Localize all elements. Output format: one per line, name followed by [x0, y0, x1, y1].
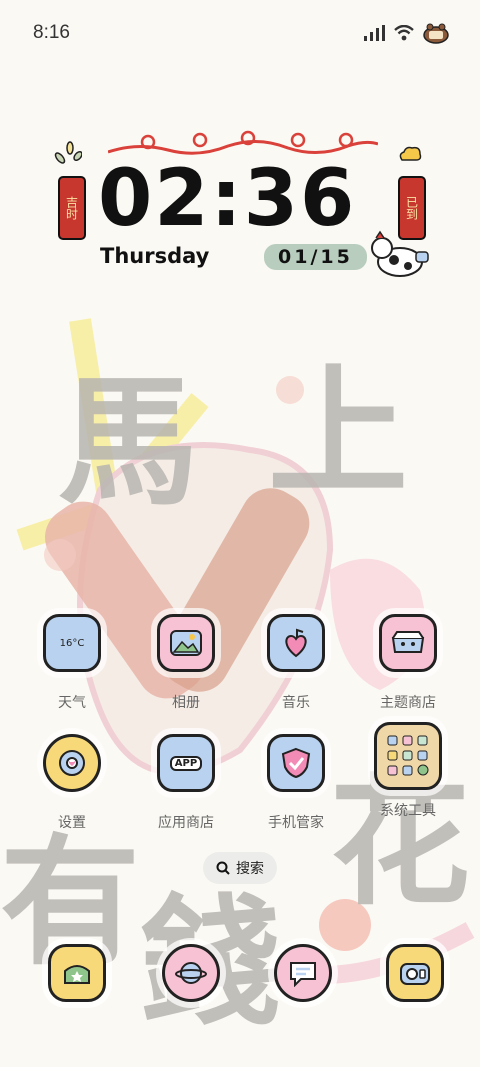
app-theme-store[interactable]: 主题商店	[358, 614, 458, 724]
clock-widget[interactable]: 吉时 02:36 已到 Thursday 01/15	[50, 128, 440, 288]
cloud-icon	[399, 146, 422, 161]
app-settings[interactable]: 设置	[22, 734, 122, 844]
tag-left: 吉时	[58, 176, 86, 240]
phone-icon	[64, 965, 90, 984]
search-icon	[216, 861, 230, 875]
app-label: 主题商店	[380, 695, 436, 711]
clock-weekday: Thursday	[100, 244, 210, 268]
app-app-store[interactable]: APP 应用商店	[136, 734, 236, 844]
message-icon	[290, 962, 316, 987]
dock-browser[interactable]	[162, 944, 220, 1002]
search-button[interactable]: 搜索	[203, 852, 277, 884]
app-store-icon: APP	[157, 734, 215, 792]
app-label: 音乐	[282, 695, 310, 711]
app-label: 天气	[58, 695, 86, 711]
app-label: 系统工具	[380, 803, 436, 819]
settings-icon	[43, 734, 101, 792]
app-label: 相册	[172, 695, 200, 711]
planet-icon	[175, 962, 207, 984]
weather-temp: 16°C	[59, 637, 85, 649]
music-icon	[267, 614, 325, 672]
status-bar: 8:16	[0, 0, 480, 68]
app-label: 应用商店	[158, 815, 214, 831]
wifi-icon	[394, 25, 414, 41]
gallery-icon	[157, 614, 215, 672]
dock-camera[interactable]	[386, 944, 444, 1002]
app-label: 手机管家	[268, 815, 324, 831]
shield-icon	[267, 734, 325, 792]
status-time: 8:16	[33, 22, 70, 43]
horse-sticker-icon	[371, 230, 429, 277]
app-store-badge: APP	[169, 755, 203, 771]
app-weather[interactable]: 16°C 天气	[22, 614, 122, 724]
app-gallery[interactable]: 相册	[136, 614, 236, 724]
signal-icon	[364, 25, 385, 41]
app-music[interactable]: 音乐	[246, 614, 346, 724]
search-label: 搜索	[236, 861, 264, 877]
app-system-tools[interactable]: 系统工具	[358, 722, 458, 832]
dock-phone[interactable]	[48, 944, 106, 1002]
dock-messages[interactable]	[274, 944, 332, 1002]
wallpaper-char: 馬	[58, 361, 199, 525]
folder-icon	[374, 722, 442, 790]
theme-store-icon	[379, 614, 437, 672]
battery-icon	[423, 23, 449, 44]
sparkle-icon	[54, 141, 82, 164]
wallpaper-char: 上	[268, 351, 409, 515]
app-phone-manager[interactable]: 手机管家	[246, 734, 346, 844]
weather-icon: 16°C	[43, 614, 101, 672]
app-label: 设置	[58, 815, 86, 831]
clock-date: 01/15	[264, 244, 367, 270]
camera-icon	[400, 963, 430, 985]
clock-time: 02:36	[98, 154, 357, 244]
